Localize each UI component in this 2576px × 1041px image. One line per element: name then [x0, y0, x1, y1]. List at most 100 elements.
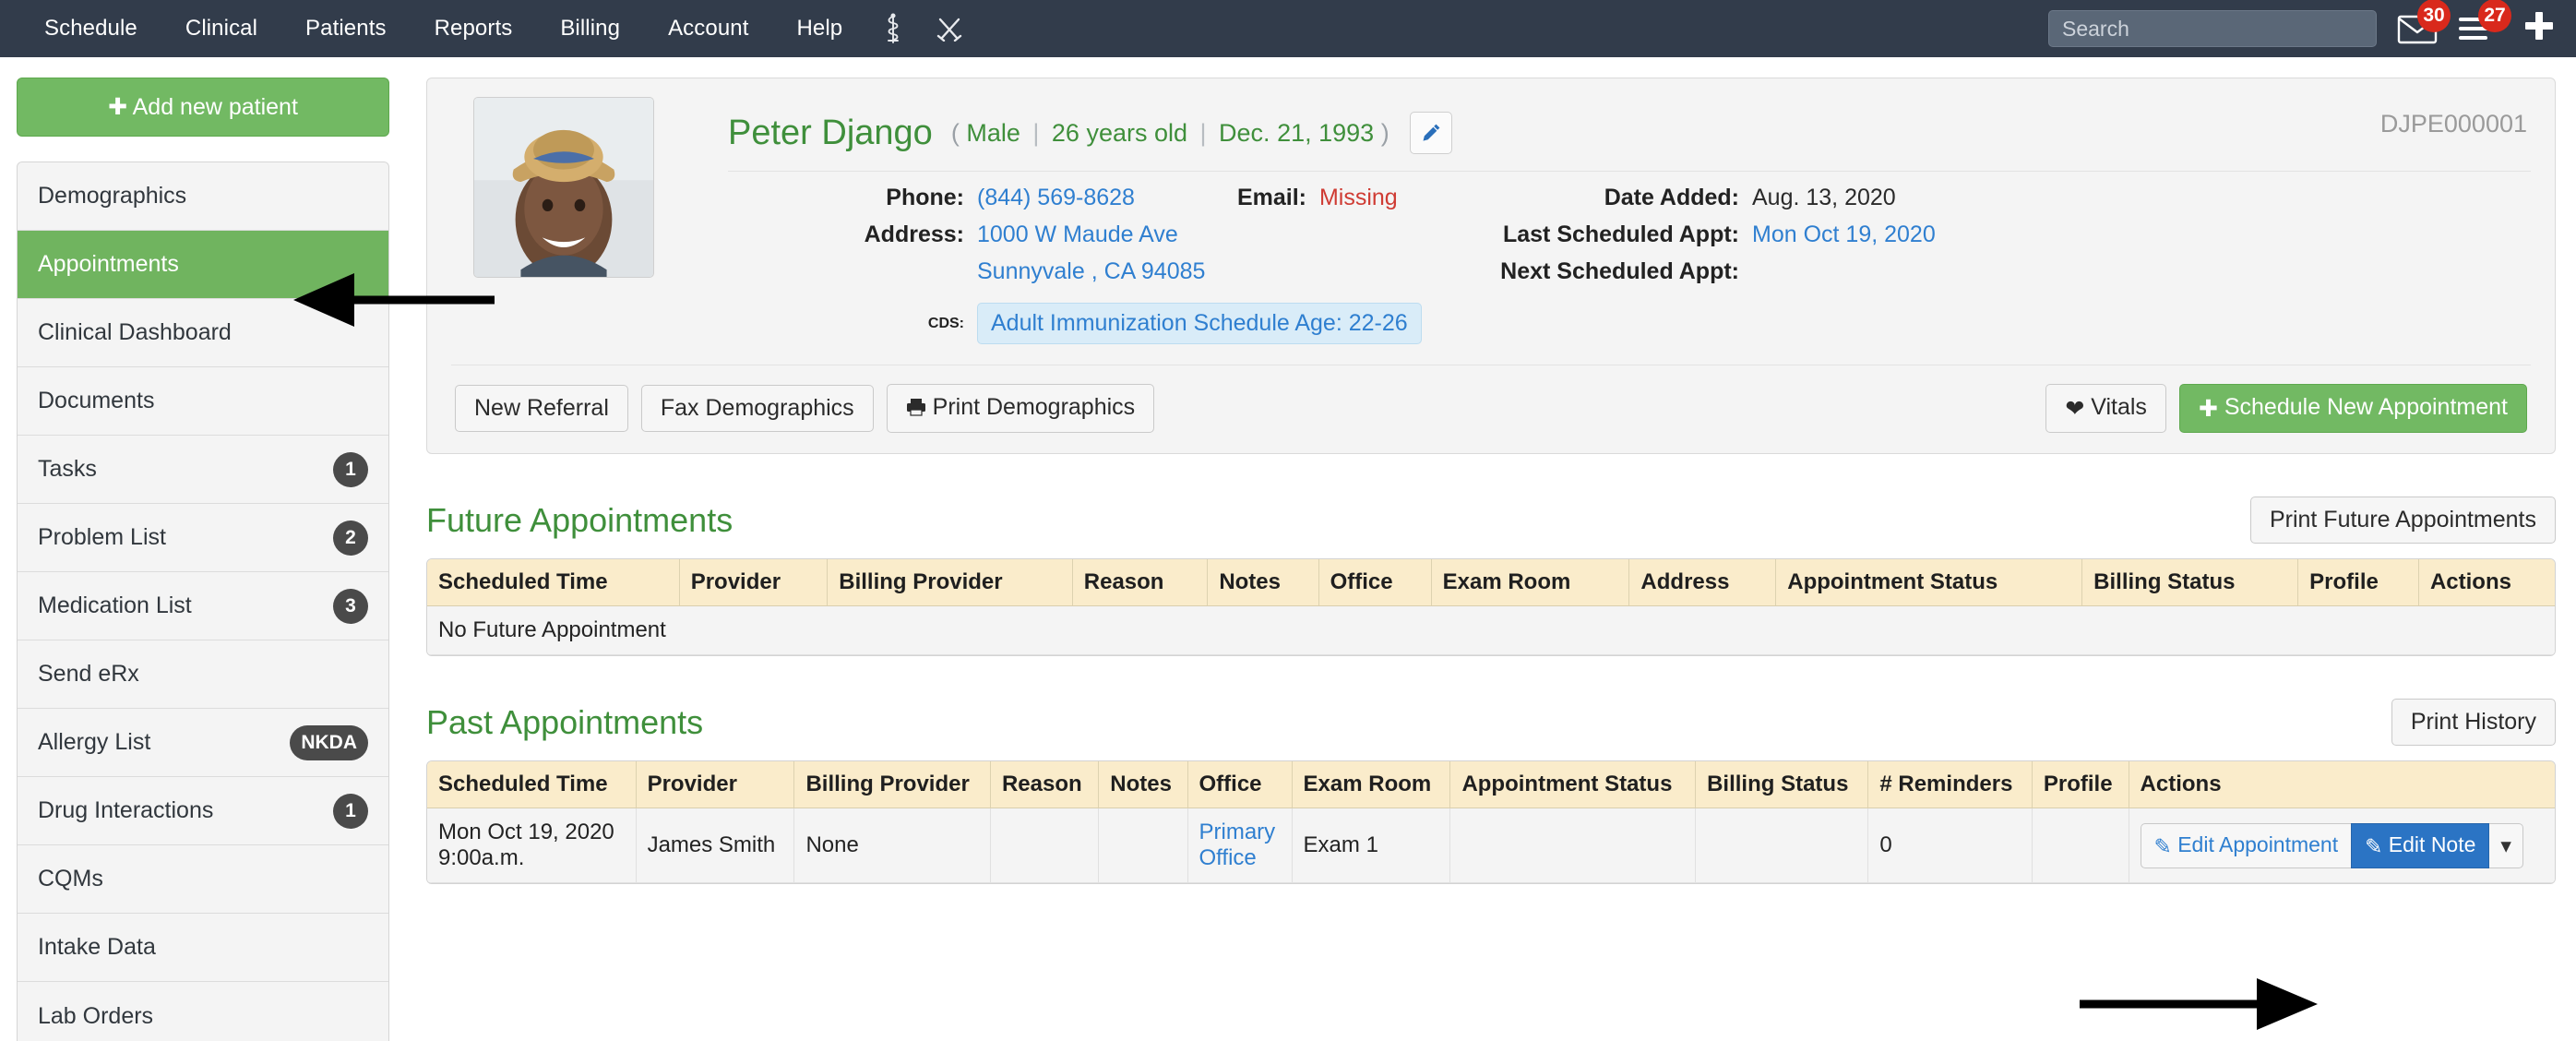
sidebar-item-medication-list[interactable]: Medication List 3 [18, 572, 388, 640]
edit-note-button[interactable]: ✎ Edit Note [2351, 822, 2490, 868]
phone-label: Phone: [886, 185, 964, 210]
column-header[interactable]: Office [1318, 559, 1432, 606]
sidebar-item-tasks[interactable]: Tasks 1 [18, 436, 388, 504]
nav-item-account[interactable]: Account [644, 0, 772, 57]
column-header[interactable]: Address [1629, 559, 1777, 606]
column-header[interactable]: Exam Room [1431, 559, 1630, 606]
nav-item-reports[interactable]: Reports [411, 0, 537, 57]
sidebar-menu: Demographics Appointments Clinical Dashb… [17, 162, 389, 1041]
sidebar-item-demographics[interactable]: Demographics [18, 162, 388, 231]
cell-office: Primary Office [1187, 808, 1293, 883]
column-header[interactable]: Scheduled Time [427, 761, 637, 808]
sidebar-item-label: Send eRx [38, 661, 139, 687]
column-header[interactable]: Reason [990, 761, 1100, 808]
column-header[interactable]: Appointment Status [1450, 761, 1697, 808]
edit-appointment-label: Edit Appointment [2177, 832, 2339, 856]
fax-demographics-button[interactable]: Fax Demographics [640, 385, 874, 432]
pencil-icon[interactable] [1409, 112, 1452, 154]
sidebar-item-drug-interactions[interactable]: Drug Interactions 1 [18, 777, 388, 845]
column-header[interactable]: Profile [2032, 761, 2129, 808]
sidebar-item-label: Appointments [38, 251, 179, 277]
column-header[interactable]: # Reminders [1868, 761, 2033, 808]
sidebar-item-allergy-list[interactable]: Allergy List NKDA [18, 709, 388, 777]
address-line-1[interactable]: 1000 W Maude Ave [977, 221, 1178, 248]
schedule-new-appointment-button[interactable]: ✚ Schedule New Appointment [2178, 384, 2527, 433]
column-header[interactable]: Office [1187, 761, 1293, 808]
nav-item-billing[interactable]: Billing [536, 0, 644, 57]
column-header[interactable]: Actions [2129, 761, 2555, 808]
sidebar-item-badge: NKDA [290, 724, 368, 760]
new-referral-button[interactable]: New Referral [455, 385, 628, 432]
edit-note-label: Edit Note [2388, 832, 2476, 856]
office-link-line-1[interactable]: Primary [1199, 820, 1281, 845]
chevron-down-icon[interactable]: ▾ [2489, 822, 2523, 868]
sidebar-item-badge: 3 [333, 588, 368, 624]
sidebar-item-badge: 2 [333, 520, 368, 556]
column-header[interactable]: Billing Provider [828, 559, 1073, 606]
sidebar-item-lab-orders[interactable]: Lab Orders [18, 982, 388, 1041]
address-label: Address: [864, 221, 964, 247]
paren-open: ( [950, 118, 960, 147]
vitals-button[interactable]: ❤ Vitals [2045, 384, 2166, 433]
patient-age: 26 years old [1051, 118, 1187, 147]
phone-value[interactable]: (844) 569-8628 [977, 185, 1135, 211]
column-header[interactable]: Billing Status [2082, 559, 2299, 606]
nav-links: Schedule Clinical Patients Reports Billi… [20, 0, 979, 57]
sidebar-item-send-erx[interactable]: Send eRx [18, 640, 388, 709]
nav-item-patients[interactable]: Patients [281, 0, 411, 57]
sidebar-item-documents[interactable]: Documents [18, 367, 388, 436]
future-appointments-section: Future Appointments Print Future Appoint… [426, 497, 2556, 656]
column-header[interactable]: Notes [1099, 761, 1188, 808]
annotation-arrow-to-edit-note [2080, 978, 2318, 1030]
sidebar-item-clinical-dashboard[interactable]: Clinical Dashboard [18, 299, 388, 367]
column-header[interactable]: Notes [1208, 559, 1319, 606]
sidebar-item-label: Demographics [38, 183, 187, 209]
note-edit-icon: ✎ [2365, 833, 2383, 858]
column-header[interactable]: Provider [679, 559, 829, 606]
add-new-patient-button[interactable]: ✚ Add new patient [17, 78, 389, 137]
table-row-empty: No Future Appointment [427, 606, 2555, 655]
print-demographics-button[interactable]: Print Demographics [886, 384, 1155, 433]
column-header[interactable]: Reason [1072, 559, 1209, 606]
sidebar-item-cqms[interactable]: CQMs [18, 845, 388, 914]
office-link-line-2[interactable]: Office [1199, 845, 1281, 871]
messages-button[interactable]: 30 [2397, 0, 2451, 44]
crossed-swords-icon[interactable] [920, 0, 979, 57]
edit-appointment-button[interactable]: ✎ Edit Appointment [2140, 822, 2352, 868]
cell-scheduled-time: Mon Oct 19, 2020 9:00a.m. [427, 808, 637, 883]
patient-summary-card: DJPE000001 Peter Django (Male | 26 year… [426, 78, 2556, 454]
column-header[interactable]: Exam Room [1292, 761, 1451, 808]
meta-separator: | [1199, 118, 1207, 147]
search-input[interactable] [2048, 10, 2377, 47]
address-line-2[interactable]: Sunnyvale , CA 94085 [977, 258, 1205, 285]
column-header[interactable]: Appointment Status [1776, 559, 2083, 606]
plus-icon[interactable] [2522, 9, 2556, 49]
column-header[interactable]: Profile [2298, 559, 2419, 606]
printer-icon [906, 396, 926, 423]
cds-chip[interactable]: Adult Immunization Schedule Age: 22-26 [977, 303, 1422, 344]
tasks-menu-button[interactable]: 27 [2458, 0, 2511, 44]
cell-billing-status [1696, 808, 1869, 883]
future-appointments-title: Future Appointments [426, 500, 733, 539]
add-new-patient-label: Add new patient [132, 94, 298, 120]
nav-item-clinical[interactable]: Clinical [161, 0, 281, 57]
last-scheduled-appt-value[interactable]: Mon Oct 19, 2020 [1752, 221, 1936, 248]
column-header[interactable]: Scheduled Time [427, 559, 680, 606]
sidebar-item-intake-data[interactable]: Intake Data [18, 914, 388, 982]
cds-label: CDS: [927, 315, 964, 331]
column-header[interactable]: Billing Status [1696, 761, 1869, 808]
nav-item-schedule[interactable]: Schedule [20, 0, 161, 57]
column-header[interactable]: Provider [636, 761, 795, 808]
column-header[interactable]: Billing Provider [794, 761, 991, 808]
nav-item-help[interactable]: Help [772, 0, 866, 57]
caduceus-icon[interactable] [866, 0, 920, 57]
print-future-appointments-button[interactable]: Print Future Appointments [2249, 497, 2556, 544]
print-demographics-label: Print Demographics [932, 394, 1136, 420]
sidebar-item-appointments[interactable]: Appointments [18, 231, 388, 299]
column-header[interactable]: Actions [2418, 559, 2555, 606]
sidebar-item-problem-list[interactable]: Problem List 2 [18, 504, 388, 572]
past-appointments-table: Scheduled Time Provider Billing Provider… [426, 760, 2556, 884]
cell-billing-provider: None [794, 808, 991, 883]
cell-provider: James Smith [636, 808, 795, 883]
print-history-button[interactable]: Print History [2391, 699, 2556, 746]
